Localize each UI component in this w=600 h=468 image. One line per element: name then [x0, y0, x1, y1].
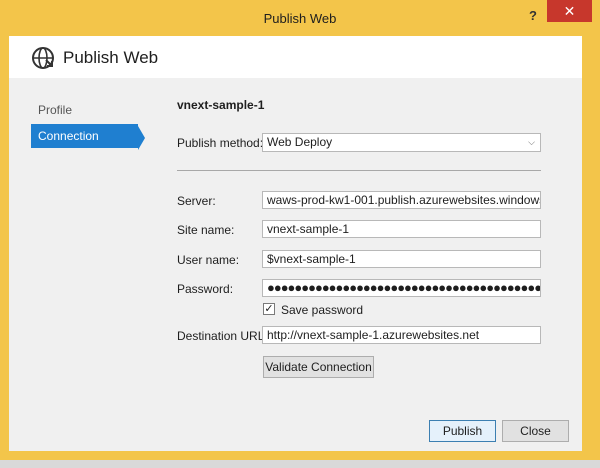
- destination-url-label: Destination URL:: [177, 329, 268, 343]
- password-field[interactable]: ●●●●●●●●●●●●●●●●●●●●●●●●●●●●●●●●●●●●●●●●…: [262, 279, 541, 297]
- site-name-label: Site name:: [177, 223, 235, 237]
- publish-button[interactable]: Publish: [429, 420, 496, 442]
- chevron-down-icon: ⌵: [528, 137, 535, 147]
- password-label: Password:: [177, 282, 234, 296]
- save-password-label[interactable]: Save password: [281, 303, 363, 317]
- server-field[interactable]: waws-prod-kw1-001.publish.azurewebsites.…: [262, 191, 541, 209]
- publish-web-window: Publish Web ? ✕ Publish Web Profile Conn…: [0, 0, 600, 460]
- nav-active-arrow: [138, 126, 145, 150]
- site-name-field[interactable]: vnext-sample-1: [262, 220, 541, 238]
- dialog-header: Publish Web: [9, 36, 582, 78]
- save-password-checkbox[interactable]: ✓: [263, 303, 275, 315]
- destination-url-field[interactable]: http://vnext-sample-1.azurewebsites.net: [262, 326, 541, 344]
- validate-connection-button[interactable]: Validate Connection: [263, 356, 374, 378]
- publish-method-select[interactable]: Web Deploy ⌵: [262, 133, 541, 152]
- close-button[interactable]: Close: [502, 420, 569, 442]
- close-window-button[interactable]: ✕: [547, 0, 592, 22]
- user-name-field[interactable]: $vnext-sample-1: [262, 250, 541, 268]
- server-label: Server:: [177, 194, 216, 208]
- nav-item-profile[interactable]: Profile: [31, 98, 138, 122]
- header-title: Publish Web: [63, 48, 159, 67]
- publish-method-value: Web Deploy: [267, 135, 333, 149]
- title-bar[interactable]: Publish Web ? ✕: [0, 0, 600, 36]
- help-button[interactable]: ?: [521, 6, 545, 26]
- globe-publish-icon: [32, 47, 54, 69]
- separator: [177, 170, 541, 171]
- window-title: Publish Web: [263, 11, 337, 26]
- nav-item-connection[interactable]: Connection: [31, 124, 138, 148]
- profile-name: vnext-sample-1: [177, 98, 265, 112]
- user-name-label: User name:: [177, 253, 240, 267]
- publish-method-label: Publish method:: [177, 136, 264, 150]
